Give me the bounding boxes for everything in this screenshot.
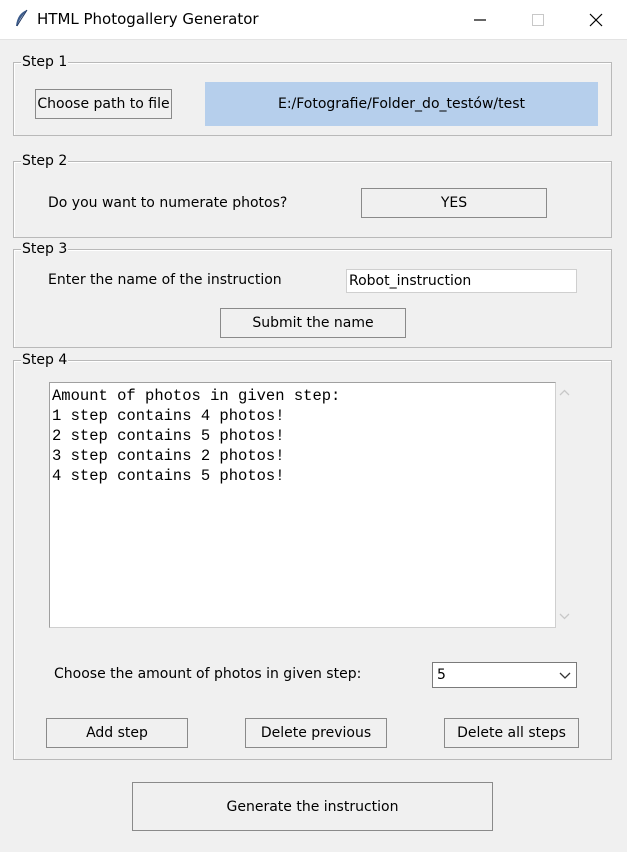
scroll-down-icon[interactable] bbox=[556, 608, 573, 625]
path-display: E:/Fotografie/Folder_do_testów/test bbox=[205, 82, 598, 126]
maximize-button[interactable] bbox=[509, 0, 567, 39]
amount-selected-value: 5 bbox=[437, 667, 446, 683]
output-line: 2 step contains 5 photos! bbox=[52, 427, 285, 445]
step4-label: Step 4 bbox=[21, 351, 69, 369]
close-icon bbox=[589, 13, 603, 27]
output-line: 1 step contains 4 photos! bbox=[52, 407, 285, 425]
title-bar: HTML Photogallery Generator bbox=[0, 0, 627, 40]
choose-path-button[interactable]: Choose path to file bbox=[35, 89, 172, 119]
submit-name-button[interactable]: Submit the name bbox=[220, 308, 406, 338]
add-step-button[interactable]: Add step bbox=[46, 718, 188, 748]
amount-prompt: Choose the amount of photos in given ste… bbox=[54, 666, 362, 682]
numerate-question: Do you want to numerate photos? bbox=[48, 195, 288, 211]
generate-instruction-button[interactable]: Generate the instruction bbox=[132, 782, 493, 831]
numerate-toggle-button[interactable]: YES bbox=[361, 188, 547, 218]
delete-previous-button[interactable]: Delete previous bbox=[245, 718, 387, 748]
step2-label: Step 2 bbox=[21, 152, 69, 170]
step1-label: Step 1 bbox=[21, 53, 69, 71]
output-scrollbar[interactable] bbox=[556, 382, 573, 628]
scroll-up-icon[interactable] bbox=[556, 385, 573, 402]
output-line: 4 step contains 5 photos! bbox=[52, 467, 285, 485]
feather-icon bbox=[13, 9, 29, 29]
amount-combobox[interactable]: 5 bbox=[432, 662, 577, 688]
delete-all-steps-button[interactable]: Delete all steps bbox=[444, 718, 579, 748]
instruction-name-prompt: Enter the name of the instruction bbox=[48, 272, 282, 288]
instruction-name-input[interactable] bbox=[346, 269, 577, 293]
close-button[interactable] bbox=[567, 0, 625, 39]
maximize-icon bbox=[532, 14, 544, 26]
chevron-down-icon bbox=[559, 672, 571, 679]
step3-label: Step 3 bbox=[21, 240, 69, 258]
window-title: HTML Photogallery Generator bbox=[37, 10, 259, 28]
output-line: Amount of photos in given step: bbox=[52, 387, 341, 405]
minimize-icon bbox=[474, 19, 486, 21]
steps-output-textarea[interactable]: Amount of photos in given step: 1 step c… bbox=[49, 382, 556, 628]
minimize-button[interactable] bbox=[451, 0, 509, 39]
output-line: 3 step contains 2 photos! bbox=[52, 447, 285, 465]
